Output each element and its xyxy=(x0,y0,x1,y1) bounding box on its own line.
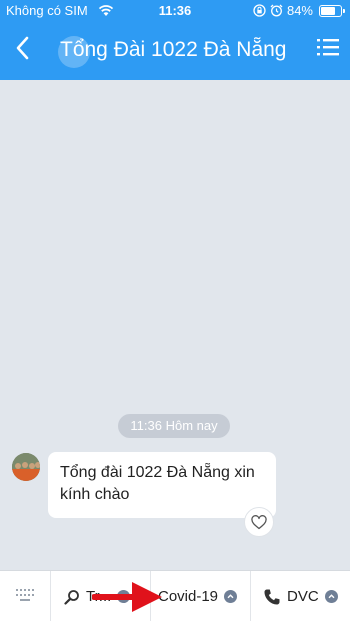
divider xyxy=(150,571,151,621)
sender-avatar[interactable] xyxy=(12,453,40,481)
quick-reply-search[interactable]: Tr... xyxy=(64,571,131,621)
conversation-title: Tổng Đài 1022 Đà Nẵng xyxy=(60,38,287,61)
quick-reply-bar: Tr... Covid-19 DVC xyxy=(0,570,350,621)
heart-icon xyxy=(251,514,267,529)
react-button[interactable] xyxy=(244,507,274,537)
conversation-title-area[interactable]: Tổng Đài 1022 Đà Nẵng xyxy=(58,34,308,70)
divider xyxy=(250,571,251,621)
divider xyxy=(50,571,51,621)
message-text: Tổng đài 1022 Đà Nẵng xin kính chào xyxy=(60,464,255,503)
battery-percent: 84% xyxy=(286,3,313,18)
nav-bar: Tổng Đài 1022 Đà Nẵng xyxy=(0,22,350,80)
battery-icon xyxy=(319,4,345,17)
alarm-icon xyxy=(270,4,283,17)
chevron-up-icon xyxy=(324,590,338,603)
status-bar: Không có SIM 11:36 84% xyxy=(0,0,350,22)
phone-icon xyxy=(264,589,280,604)
search-icon xyxy=(64,589,79,605)
app-header: Không có SIM 11:36 84% Tổng Đài 1022 Đà … xyxy=(0,0,350,80)
quick-reply-covid[interactable]: Covid-19 xyxy=(158,571,238,621)
quick-reply-label: Covid-19 xyxy=(158,588,219,605)
chevron-up-icon xyxy=(117,590,131,603)
quick-reply-dvc[interactable]: DVC xyxy=(263,571,338,621)
menu-list-icon[interactable] xyxy=(316,36,340,58)
quick-reply-label: Tr... xyxy=(86,588,112,605)
chat-area[interactable]: 11:36 Hôm nay Tổng đài 1022 Đà Nẵng xin … xyxy=(0,80,350,570)
chevron-up-icon xyxy=(224,590,238,603)
quick-reply-label: DVC xyxy=(287,588,319,605)
message-bubble[interactable]: Tổng đài 1022 Đà Nẵng xin kính chào xyxy=(48,452,276,518)
back-arrow-icon[interactable] xyxy=(12,34,34,62)
date-separator: 11:36 Hôm nay xyxy=(118,414,230,438)
keyboard-icon[interactable] xyxy=(14,585,36,607)
rotation-lock-icon xyxy=(253,4,266,17)
